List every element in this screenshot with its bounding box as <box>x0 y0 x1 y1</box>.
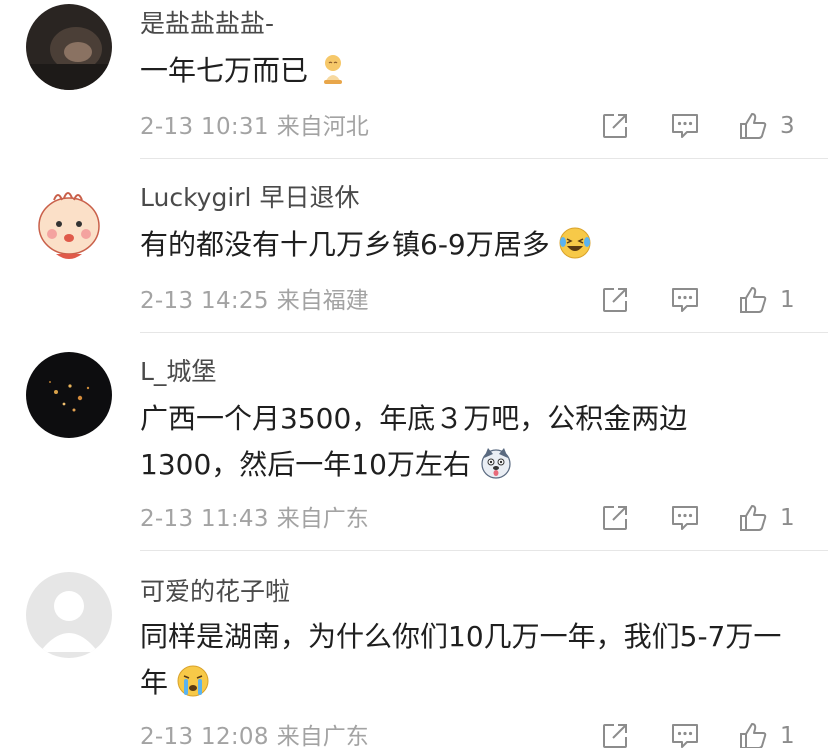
comment-text: 同样是湖南，为什么你们10几万一年，我们5-7万一年 <box>140 614 790 706</box>
share-icon[interactable] <box>600 721 630 748</box>
like-count: 1 <box>780 723 795 748</box>
avatar-photo-dark <box>26 4 112 90</box>
comment-text-body: 同样是湖南，为什么你们10几万一年，我们5-7万一年 <box>140 620 782 699</box>
like-count: 1 <box>780 505 795 531</box>
comment-text-body: 广西一个月3500，年底３万吧，公积金两边1300，然后一年10万左右 <box>140 402 688 481</box>
comment-location: 来自广东 <box>276 724 369 748</box>
share-icon[interactable] <box>600 111 630 141</box>
comment-time: 2-13 10:31 <box>140 114 269 140</box>
comment-text: 广西一个月3500，年底３万吧，公积金两边1300，然后一年10万左右 <box>140 396 740 488</box>
crying-emoji <box>177 665 209 697</box>
comment-location: 来自广东 <box>276 506 369 532</box>
like-icon[interactable] <box>738 285 768 315</box>
comment-meta: 2-13 14:25 来自福建 <box>140 286 369 316</box>
default-avatar-icon <box>26 572 112 658</box>
comment-text-body: 有的都没有十几万乡镇6-9万居多 <box>140 228 550 261</box>
comment-username[interactable]: Luckygirl 早日退休 <box>140 182 359 214</box>
avatar-cartoon-baby <box>26 178 112 264</box>
comment-text-body: 一年七万而已 <box>140 54 309 87</box>
avatar[interactable] <box>26 572 112 658</box>
comment-actions: 1 <box>600 503 800 537</box>
comment-actions: 1 <box>600 285 800 319</box>
comment-icon[interactable] <box>670 285 700 315</box>
comment-time: 2-13 14:25 <box>140 288 269 314</box>
divider <box>140 550 828 551</box>
comment-text: 有的都没有十几万乡镇6-9万居多 <box>140 222 800 268</box>
avatar[interactable] <box>26 352 112 438</box>
share-icon[interactable] <box>600 503 630 533</box>
like-icon[interactable] <box>738 503 768 533</box>
divider <box>140 332 828 333</box>
comment-time: 2-13 11:43 <box>140 506 269 532</box>
comment-meta: 2-13 12:08 来自广东 <box>140 722 369 748</box>
comment-location: 来自福建 <box>276 288 369 314</box>
comment-actions: 3 <box>600 111 800 145</box>
comment-username[interactable]: 可爱的花子啦 <box>140 576 290 608</box>
comment-username[interactable]: L_城堡 <box>140 356 216 388</box>
like-icon[interactable] <box>738 111 768 141</box>
comment-icon[interactable] <box>670 111 700 141</box>
avatar-night-lights <box>26 352 112 438</box>
comment-text: 一年七万而已 <box>140 48 800 94</box>
like-count: 3 <box>780 113 795 139</box>
comment-icon[interactable] <box>670 503 700 533</box>
comment-actions: 1 <box>600 721 800 748</box>
divider <box>140 158 828 159</box>
avatar[interactable] <box>26 4 112 90</box>
comment-list: 是盐盐盐盐- 一年七万而已 2-13 10:31 来自河北 3 Luckygir… <box>0 0 828 748</box>
comment-location: 来自河北 <box>276 114 369 140</box>
baby-pray-emoji <box>324 55 343 84</box>
husky-emoji <box>481 448 511 479</box>
comment-meta: 2-13 11:43 来自广东 <box>140 504 369 534</box>
share-icon[interactable] <box>600 285 630 315</box>
comment-username[interactable]: 是盐盐盐盐- <box>140 8 274 40</box>
comment-icon[interactable] <box>670 721 700 748</box>
avatar[interactable] <box>26 178 112 264</box>
comment-time: 2-13 12:08 <box>140 724 269 748</box>
like-count: 1 <box>780 287 795 313</box>
comment-meta: 2-13 10:31 来自河北 <box>140 112 369 142</box>
like-icon[interactable] <box>738 721 768 748</box>
laugh-cry-emoji <box>559 227 591 259</box>
